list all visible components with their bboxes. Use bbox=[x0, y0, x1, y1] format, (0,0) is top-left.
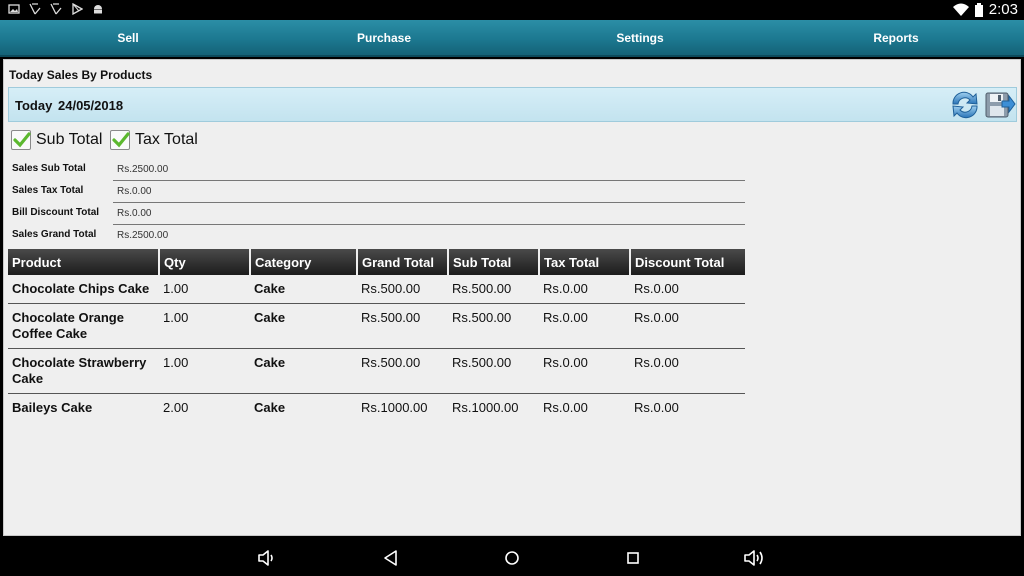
taxtotal-check-box[interactable] bbox=[110, 130, 130, 150]
sub-total-cell: Rs.1000.00 bbox=[452, 400, 519, 415]
grand-total-cell: Rs.500.00 bbox=[357, 275, 448, 304]
discount-total-cell: Rs.0.00 bbox=[630, 275, 745, 304]
refresh-button[interactable] bbox=[949, 90, 981, 120]
summary-label: Sales Tax Total bbox=[12, 185, 84, 196]
sales-table: Product Qty Category Grand Total Sub Tot… bbox=[8, 249, 745, 422]
signal-off-icon bbox=[29, 3, 41, 15]
product-cell: Chocolate Orange Coffee Cake bbox=[8, 303, 159, 349]
grand-total-cell: Rs.500.00 bbox=[357, 303, 448, 349]
volume-down-button[interactable] bbox=[256, 548, 278, 568]
category-cell: Cake bbox=[250, 303, 357, 349]
table-header: Product Qty Category Grand Total Sub Tot… bbox=[8, 249, 745, 275]
column-header[interactable]: Category bbox=[250, 249, 358, 275]
qty-cell: 1.00 bbox=[159, 348, 250, 394]
taxtotal-checkbox-label: Tax Total bbox=[135, 131, 198, 148]
tab-bar: Sell Purchase Settings Reports bbox=[0, 20, 1024, 57]
home-button[interactable] bbox=[501, 548, 523, 568]
report-panel: Today Sales By Products Today 24/05/2018 bbox=[3, 59, 1021, 536]
tab-settings[interactable]: Settings bbox=[512, 20, 768, 55]
back-button[interactable] bbox=[380, 548, 402, 568]
play-store-icon bbox=[72, 3, 83, 15]
discount-total-cell: Rs.0.00 bbox=[634, 400, 679, 415]
summary-value: Rs.0.00 bbox=[117, 208, 152, 219]
volume-down-icon bbox=[258, 550, 273, 566]
tab-purchase[interactable]: Purchase bbox=[256, 20, 512, 55]
summary-value: Rs.2500.00 bbox=[117, 230, 169, 241]
date-bar: Today 24/05/2018 bbox=[8, 87, 1017, 122]
grand-total-cell: Rs.500.00 bbox=[357, 348, 448, 394]
recents-button[interactable] bbox=[622, 548, 644, 568]
tab-sell[interactable]: Sell bbox=[0, 20, 256, 55]
checkmark-icon bbox=[112, 132, 130, 148]
tab-reports[interactable]: Reports bbox=[768, 20, 1024, 55]
tax-total-cell: Rs.0.00 bbox=[539, 303, 630, 349]
sub-total-cell: Rs.500.00 bbox=[448, 303, 539, 349]
tax-total-cell: Rs.0.00 bbox=[539, 275, 630, 304]
qty-cell: 1.00 bbox=[159, 275, 250, 304]
product-cell: Chocolate Chips Cake bbox=[8, 275, 159, 304]
summary-value: Rs.0.00 bbox=[117, 186, 152, 197]
tax-total-cell: Rs.0.00 bbox=[539, 348, 630, 394]
column-header[interactable]: Qty bbox=[159, 249, 251, 275]
tax-total-cell: Rs.0.00 bbox=[543, 400, 588, 415]
checkmark-icon bbox=[13, 132, 31, 148]
volume-up-button[interactable] bbox=[743, 548, 765, 568]
volume-up-icon bbox=[744, 550, 763, 566]
wifi-icon bbox=[952, 3, 969, 16]
table-row[interactable]: Baileys Cake 2.00 Cake Rs.1000.00 Rs.100… bbox=[8, 394, 745, 423]
grand-total-cell: Rs.1000.00 bbox=[361, 400, 428, 415]
refresh-icon bbox=[952, 91, 978, 119]
discount-total-cell: Rs.0.00 bbox=[630, 303, 745, 349]
discount-total-cell: Rs.0.00 bbox=[630, 348, 745, 394]
recents-icon bbox=[627, 552, 639, 564]
save-export-icon bbox=[985, 92, 1016, 118]
subtotal-checkbox[interactable]: Sub Total bbox=[11, 130, 102, 150]
category-cell: Cake bbox=[254, 400, 286, 415]
back-icon bbox=[384, 550, 397, 566]
home-icon bbox=[505, 551, 519, 565]
summary-label: Sales Grand Total bbox=[12, 229, 97, 240]
date-value[interactable]: 24/05/2018 bbox=[58, 98, 123, 113]
battery-icon bbox=[974, 2, 983, 17]
summary-value: Rs.2500.00 bbox=[117, 164, 169, 175]
save-export-button[interactable] bbox=[984, 90, 1016, 120]
page-title: Today Sales By Products bbox=[9, 68, 153, 82]
sub-total-cell: Rs.500.00 bbox=[448, 348, 539, 394]
column-header[interactable]: Discount Total bbox=[630, 249, 745, 275]
subtotal-check-box[interactable] bbox=[11, 130, 31, 150]
status-bar: 2:03 bbox=[0, 0, 1024, 20]
column-header[interactable]: Product bbox=[8, 249, 160, 275]
image-icon bbox=[8, 4, 20, 14]
category-cell: Cake bbox=[250, 275, 357, 304]
summary-row: Sales Tax Total Rs.0.00 bbox=[8, 181, 745, 203]
navigation-bar bbox=[0, 540, 1024, 576]
qty-cell: 1.00 bbox=[159, 303, 250, 349]
product-cell: Baileys Cake bbox=[12, 400, 93, 415]
summary-row: Bill Discount Total Rs.0.00 bbox=[8, 203, 745, 225]
android-icon bbox=[94, 5, 102, 14]
summary-label: Bill Discount Total bbox=[12, 207, 100, 218]
signal-off-icon bbox=[50, 3, 62, 15]
column-header[interactable]: Tax Total bbox=[539, 249, 631, 275]
taxtotal-checkbox[interactable]: Tax Total bbox=[110, 130, 198, 150]
table-row[interactable]: Chocolate Strawberry Cake 1.00 Cake Rs.5… bbox=[8, 348, 745, 394]
product-cell: Chocolate Strawberry Cake bbox=[8, 348, 159, 394]
summary-label: Sales Sub Total bbox=[12, 163, 86, 174]
subtotal-checkbox-label: Sub Total bbox=[36, 131, 103, 148]
date-label: Today bbox=[15, 98, 53, 113]
table-row[interactable]: Chocolate Orange Coffee Cake 1.00 Cake R… bbox=[8, 303, 745, 349]
summary-row: Sales Sub Total Rs.2500.00 bbox=[8, 159, 745, 181]
column-header[interactable]: Grand Total bbox=[357, 249, 449, 275]
column-header[interactable]: Sub Total bbox=[448, 249, 540, 275]
table-row[interactable]: Chocolate Chips Cake 1.00 Cake Rs.500.00… bbox=[8, 275, 745, 304]
sub-total-cell: Rs.500.00 bbox=[448, 275, 539, 304]
qty-cell: 2.00 bbox=[163, 400, 189, 415]
summary-row: Sales Grand Total Rs.2500.00 bbox=[8, 225, 745, 247]
clock: 2:03 bbox=[988, 1, 1018, 18]
category-cell: Cake bbox=[250, 348, 357, 394]
